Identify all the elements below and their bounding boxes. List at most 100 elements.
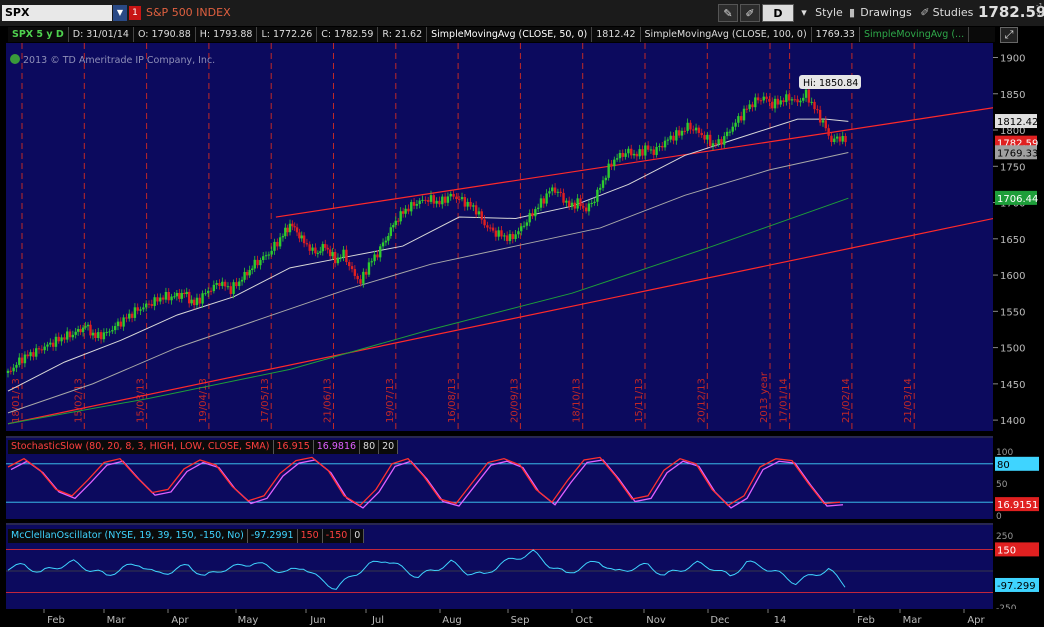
candle-body — [486, 225, 489, 228]
candle-body — [57, 336, 60, 342]
stochastic-value-label: 16.9151 — [997, 500, 1038, 511]
candle-body — [316, 252, 320, 254]
time-tick-label: Apr — [171, 615, 189, 626]
candle-body — [264, 255, 268, 257]
candle-body — [627, 148, 630, 154]
mcclellan-axis[interactable]: 250-250150-97.299 — [993, 523, 1044, 614]
candle-body — [782, 100, 785, 103]
candle-body — [267, 254, 271, 256]
candle-body — [99, 332, 103, 340]
candle-body — [321, 244, 324, 252]
drawings-button[interactable]: Drawings — [858, 4, 914, 22]
candle-body — [765, 96, 768, 99]
candle-body — [672, 135, 675, 141]
date-gridline-label: 21/06/13 — [323, 378, 334, 423]
candle-body — [392, 225, 395, 228]
mcclellan-value-label: 150 — [997, 545, 1016, 556]
candle-body — [596, 189, 599, 202]
date-gridline-label: 15/02/13 — [73, 378, 84, 423]
candle-body — [15, 364, 18, 368]
candle-body — [345, 249, 348, 263]
chart-period-dropdown-icon[interactable]: ▾ — [797, 4, 811, 22]
candle-body — [686, 122, 689, 131]
bar-close: C: 1782.59 — [317, 27, 379, 42]
candle-body — [81, 327, 85, 333]
candle-body — [373, 254, 376, 262]
candle-body — [113, 326, 117, 331]
candle-body — [474, 205, 478, 215]
candle-body — [86, 324, 90, 327]
sma100-value: 1769.33 — [812, 27, 860, 42]
candle-body — [326, 247, 329, 250]
candle-body — [136, 307, 139, 311]
candle-body — [835, 136, 839, 139]
candle-body — [844, 135, 847, 143]
candle-body — [587, 203, 591, 212]
price-chart[interactable]: 18/01/13 15/02/13 15/03/13 19/04/13 17/05/13… — [0, 43, 1044, 434]
candle-body — [370, 261, 373, 263]
bar-high: H: 1793.88 — [196, 27, 258, 42]
candle-body — [810, 101, 813, 103]
candle-body — [429, 195, 433, 202]
candle-body — [818, 109, 822, 123]
symbol-input[interactable]: SPX — [2, 5, 112, 21]
stochastic-oversold-value: 20 — [379, 440, 399, 454]
candle-body — [348, 262, 351, 267]
stochastic-label[interactable]: StochasticSlow (80, 20, 8, 3, HIGH, LOW,… — [8, 440, 274, 454]
stochastic-header: StochasticSlow (80, 20, 8, 3, HIGH, LOW,… — [8, 439, 399, 454]
candle-body — [706, 134, 709, 140]
candle-body — [161, 297, 165, 300]
candle-body — [119, 321, 122, 327]
style-button[interactable]: Style — [812, 4, 846, 22]
candle-body — [663, 140, 667, 148]
candle-body — [599, 187, 602, 190]
sma200-price-label: 1706.44 — [997, 194, 1038, 205]
candle-body — [460, 197, 464, 200]
sma100-label[interactable]: SimpleMovingAvg (CLOSE, 100, 0) — [641, 27, 812, 42]
mcclellan-value: -97.2991 — [247, 529, 298, 543]
candle-body — [799, 100, 802, 103]
candle-body — [381, 242, 385, 247]
candle-body — [399, 211, 402, 222]
expand-chart-icon[interactable]: ⤢ — [1000, 27, 1018, 43]
candle-body — [342, 249, 345, 258]
candle-body — [734, 122, 737, 127]
candle-body — [615, 158, 619, 160]
drawing-tools-icon[interactable]: ✎ — [718, 4, 738, 22]
candle-body — [796, 99, 799, 103]
chart-period-button[interactable]: D — [762, 4, 794, 22]
stochastic-axis[interactable]: 100 50 0 80 16.9151 — [993, 436, 1044, 521]
candle-body — [376, 254, 379, 258]
time-tick-label: Jun — [309, 615, 326, 626]
symbol-link-flag[interactable]: 1 — [129, 6, 141, 20]
candle-body — [697, 127, 701, 133]
candle-body — [466, 201, 469, 207]
date-gridline-label: 20/09/13 — [509, 378, 520, 423]
candle-body — [130, 313, 134, 318]
candle-body — [483, 219, 486, 226]
last-price: 1782.59 — [978, 3, 1044, 21]
date-gridline-label: 15/11/13 — [634, 378, 645, 423]
candle-body — [455, 196, 458, 200]
studies-button[interactable]: Studies — [932, 4, 974, 22]
symbol-dropdown-icon[interactable]: ▼ — [113, 5, 127, 21]
price-axis[interactable]: 1900185018001750170016501600155015001450… — [993, 43, 1044, 434]
candle-body — [311, 247, 314, 251]
candle-body — [793, 99, 796, 101]
candle-body — [298, 232, 301, 239]
sma200-label[interactable]: SimpleMovingAvg (... — [860, 27, 970, 42]
candle-body — [105, 332, 108, 334]
candle-body — [273, 241, 276, 251]
sma50-label[interactable]: SimpleMovingAvg (CLOSE, 50, 0) — [427, 27, 593, 42]
mcclellan-label[interactable]: McClellanOscillator (NYSE, 19, 39, 150, … — [8, 529, 248, 543]
candle-body — [407, 208, 410, 212]
candle-body — [556, 191, 560, 193]
candle-body — [449, 193, 452, 197]
pencil-icon[interactable]: ✐ — [740, 4, 760, 22]
chart-period-label[interactable]: SPX 5 y D — [8, 27, 69, 42]
candle-body — [389, 227, 393, 236]
candle-body — [418, 200, 421, 204]
candle-body — [520, 226, 523, 232]
time-axis[interactable]: Feb Mar Apr May Jun Jul Aug Sep Oct Nov Dec 14 Feb Ma… — [0, 609, 1044, 627]
candle-body — [111, 330, 114, 332]
